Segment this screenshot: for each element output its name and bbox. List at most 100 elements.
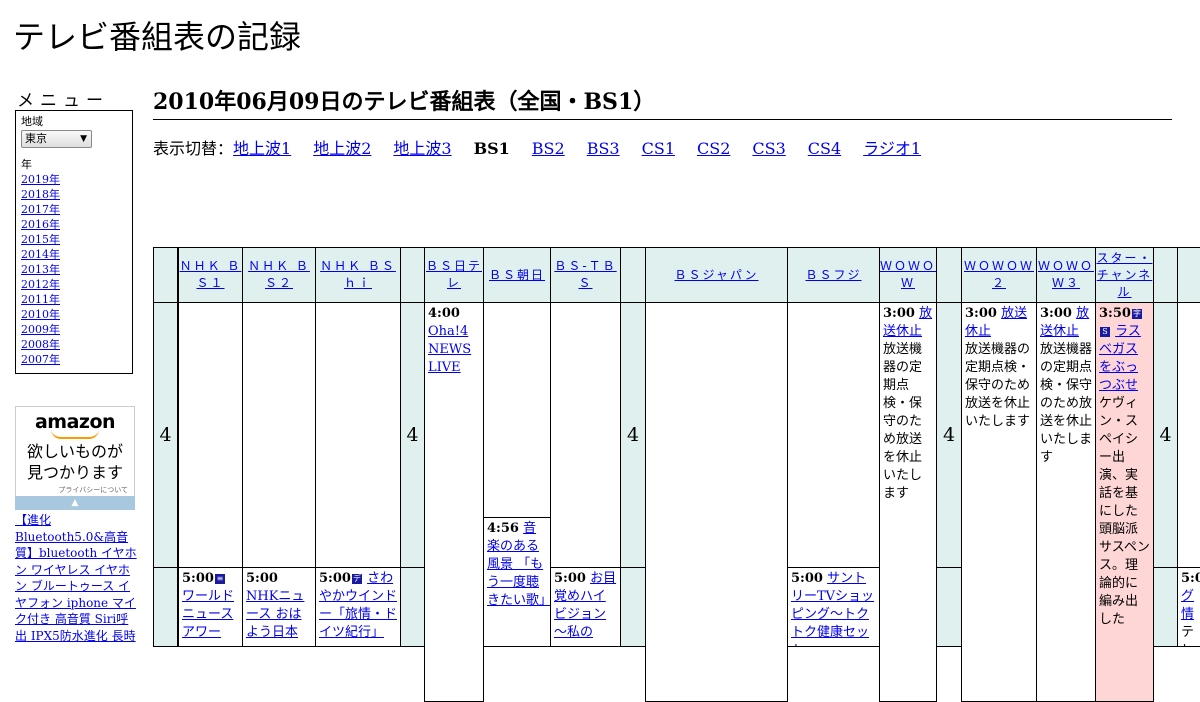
- channel-header[interactable]: ＢＳジャパン: [645, 247, 788, 303]
- switch-item[interactable]: 地上波3: [393, 139, 451, 158]
- program-cell[interactable]: [787, 302, 880, 568]
- ad-toggle-bar[interactable]: ▲: [15, 496, 135, 510]
- switch-item[interactable]: CS3: [752, 139, 785, 158]
- channel-header[interactable]: ＮＨＫ ＢＳｈｉ: [315, 247, 401, 303]
- program-time: 5:00: [182, 571, 214, 586]
- program-cell[interactable]: 5:00 ≡ ワールドニュースアワー: [178, 567, 243, 647]
- channel-header[interactable]: ＷＯＷＯＷ３: [1036, 247, 1096, 303]
- region-select[interactable]: 東京 ▼: [21, 130, 92, 148]
- year-link[interactable]: 2009年: [21, 322, 127, 337]
- program-cell[interactable]: [315, 302, 401, 568]
- program-description: ケヴィン・スペイシー出演、実話を基にした頭脳派サスペンス。理論的に編み出した: [1099, 396, 1150, 627]
- channel-link[interactable]: ＢＳジャパン: [674, 267, 758, 284]
- channel-link[interactable]: ＢＳ日テレ: [425, 258, 483, 292]
- program-title-link[interactable]: Oha!4 NEWS LIVE: [428, 324, 471, 375]
- program-cell[interactable]: 4:56 音楽のある風景 「もう一度聴きたい歌」: [483, 517, 551, 647]
- program-cell[interactable]: 5:00 サントリーTVショッピング～トクトク健康セット: [787, 567, 880, 647]
- year-link[interactable]: 2012年: [21, 277, 127, 292]
- view-switcher: 表示切替：地上波1 地上波2 地上波3 BS1 BS2 BS3 CS1 CS2 CS3 CS4 ラジ…: [153, 135, 943, 159]
- year-link[interactable]: 2018年: [21, 187, 127, 202]
- year-link[interactable]: 2015年: [21, 232, 127, 247]
- channel-link[interactable]: スター・チャンネル: [1096, 250, 1153, 301]
- program-cell[interactable]: [550, 302, 621, 568]
- program-title-link[interactable]: グ情: [1181, 589, 1194, 622]
- year-link[interactable]: 2019年: [21, 172, 127, 187]
- text-icon: ≡: [214, 574, 225, 584]
- channel-link[interactable]: ＷＯＷＯＷ２: [962, 258, 1036, 292]
- switch-item[interactable]: ラジオ1: [863, 139, 921, 158]
- program-cell[interactable]: [1177, 302, 1200, 568]
- chevron-up-icon: ▲: [71, 498, 79, 508]
- region-label: 地域: [21, 115, 43, 128]
- channel-header[interactable]: ＮＨＫ ＢＳ２: [242, 247, 316, 303]
- program-description: 放送機器の定期点検・保守のため放送を休止いたします: [965, 342, 1031, 429]
- channel-link[interactable]: ＮＨＫ ＢＳ２: [243, 258, 315, 292]
- program-cell[interactable]: 3:50 字S ラスベガスをぶっつぶせ ケヴィン・スペイシー出演、実話を基にした頭脳…: [1095, 302, 1154, 702]
- program-cell[interactable]: 3:00 放送休止 放送機器の定期点検・保守のため放送を休止いたします: [1036, 302, 1096, 702]
- program-title-link[interactable]: ワールドニュースアワー: [182, 589, 234, 640]
- year-link[interactable]: 2011年: [21, 292, 127, 307]
- program-cell[interactable]: 4:00 Oha!4 NEWS LIVE: [424, 302, 484, 702]
- program-cell[interactable]: [483, 302, 551, 518]
- program-cell[interactable]: 3:00 放送休止 放送機器の定期点検・保守のため放送を休止いたします: [879, 302, 937, 702]
- year-link[interactable]: 2016年: [21, 217, 127, 232]
- hour-cell: 4: [936, 302, 962, 568]
- program-time: 4:56: [487, 521, 519, 536]
- year-link[interactable]: 2017年: [21, 202, 127, 217]
- program-cell[interactable]: 3:00 放送休止 放送機器の定期点検・保守のため放送を休止いたします: [961, 302, 1037, 702]
- site-title: テレビ番組表の記録: [13, 18, 302, 56]
- hour-cell-next: [1153, 567, 1178, 647]
- ad-privacy-link[interactable]: プライバシーについて: [16, 485, 134, 495]
- program-title-link[interactable]: NHKニュース おはよう日本: [246, 589, 304, 640]
- channel-header[interactable]: ＢＳ日テレ: [424, 247, 484, 303]
- channel-link[interactable]: ＷＯＷＯＷ: [880, 258, 936, 292]
- channel-link[interactable]: ＷＯＷＯＷ３: [1037, 258, 1095, 292]
- channel-header[interactable]: ＢＳフジ: [787, 247, 880, 303]
- channel-header[interactable]: ＷＯＷＯＷ２: [961, 247, 1037, 303]
- year-link[interactable]: 2014年: [21, 247, 127, 262]
- program-cell[interactable]: 5:0 グ情テレ: [1177, 567, 1200, 647]
- channel-header[interactable]: ＷＯＷＯＷ: [879, 247, 937, 303]
- hour-cell: 4: [400, 302, 425, 568]
- year-link[interactable]: 2007年: [21, 352, 127, 367]
- year-link[interactable]: 2010年: [21, 307, 127, 322]
- program-cell[interactable]: 5:00 デ さわやかウインドー「旅情・ドイツ紀行」: [315, 567, 401, 647]
- channel-header[interactable]: ＢＳ-ＴＢＳ: [550, 247, 621, 303]
- switch-item[interactable]: CS1: [642, 139, 675, 158]
- year-link[interactable]: 2013年: [21, 262, 127, 277]
- channel-link[interactable]: ＮＨＫ ＢＳ１: [179, 258, 242, 292]
- subtitle-icon: 字: [1131, 309, 1142, 319]
- hour-cell: 4: [153, 302, 178, 568]
- channel-link[interactable]: ＢＳ朝日: [489, 267, 545, 284]
- channel-header[interactable]: [1177, 247, 1200, 303]
- year-link[interactable]: 2008年: [21, 337, 127, 352]
- switch-item[interactable]: 地上波1: [233, 139, 291, 158]
- switch-item[interactable]: CS2: [697, 139, 730, 158]
- menu-box: 地域 東京 ▼ 年 2019年 2018年 2017年 2016年 2015年 2014年…: [15, 110, 133, 374]
- channel-header[interactable]: スター・チャンネル: [1095, 247, 1154, 303]
- program-time: 5:00: [554, 571, 586, 586]
- channel-header[interactable]: ＢＳ朝日: [483, 247, 551, 303]
- program-time: 3:50: [1099, 306, 1131, 321]
- program-cell[interactable]: [242, 302, 316, 568]
- ad-product-link[interactable]: 【進化Bluetooth5.0&高音質】bluetooth イヤホン ワイヤレス…: [15, 512, 137, 644]
- program-cell[interactable]: 5:00 NHKニュース おはよう日本: [242, 567, 316, 647]
- program-cell[interactable]: [645, 302, 788, 702]
- channel-header[interactable]: ＮＨＫ ＢＳ１: [178, 247, 243, 303]
- program-time: 5:00: [246, 571, 278, 586]
- hour-cell-next: [400, 567, 425, 647]
- amazon-logo: amazon: [34, 411, 116, 433]
- hour-column-header: [1153, 247, 1178, 303]
- hour-column-header: [936, 247, 962, 303]
- program-cell[interactable]: [178, 302, 243, 568]
- switch-item[interactable]: 地上波2: [313, 139, 371, 158]
- switch-item[interactable]: BS3: [587, 139, 620, 158]
- program-time: 5:00: [791, 571, 823, 586]
- amazon-ad[interactable]: amazon 欲しいものが 見つかります プライバシーについて: [15, 406, 135, 510]
- switch-item[interactable]: BS2: [532, 139, 565, 158]
- program-cell[interactable]: 5:00 お目覚めハイビジョン ～私の: [550, 567, 621, 647]
- channel-link[interactable]: ＮＨＫ ＢＳｈｉ: [316, 258, 400, 292]
- channel-link[interactable]: ＢＳ-ＴＢＳ: [551, 258, 620, 292]
- channel-link[interactable]: ＢＳフジ: [805, 267, 861, 284]
- switch-item[interactable]: CS4: [808, 139, 841, 158]
